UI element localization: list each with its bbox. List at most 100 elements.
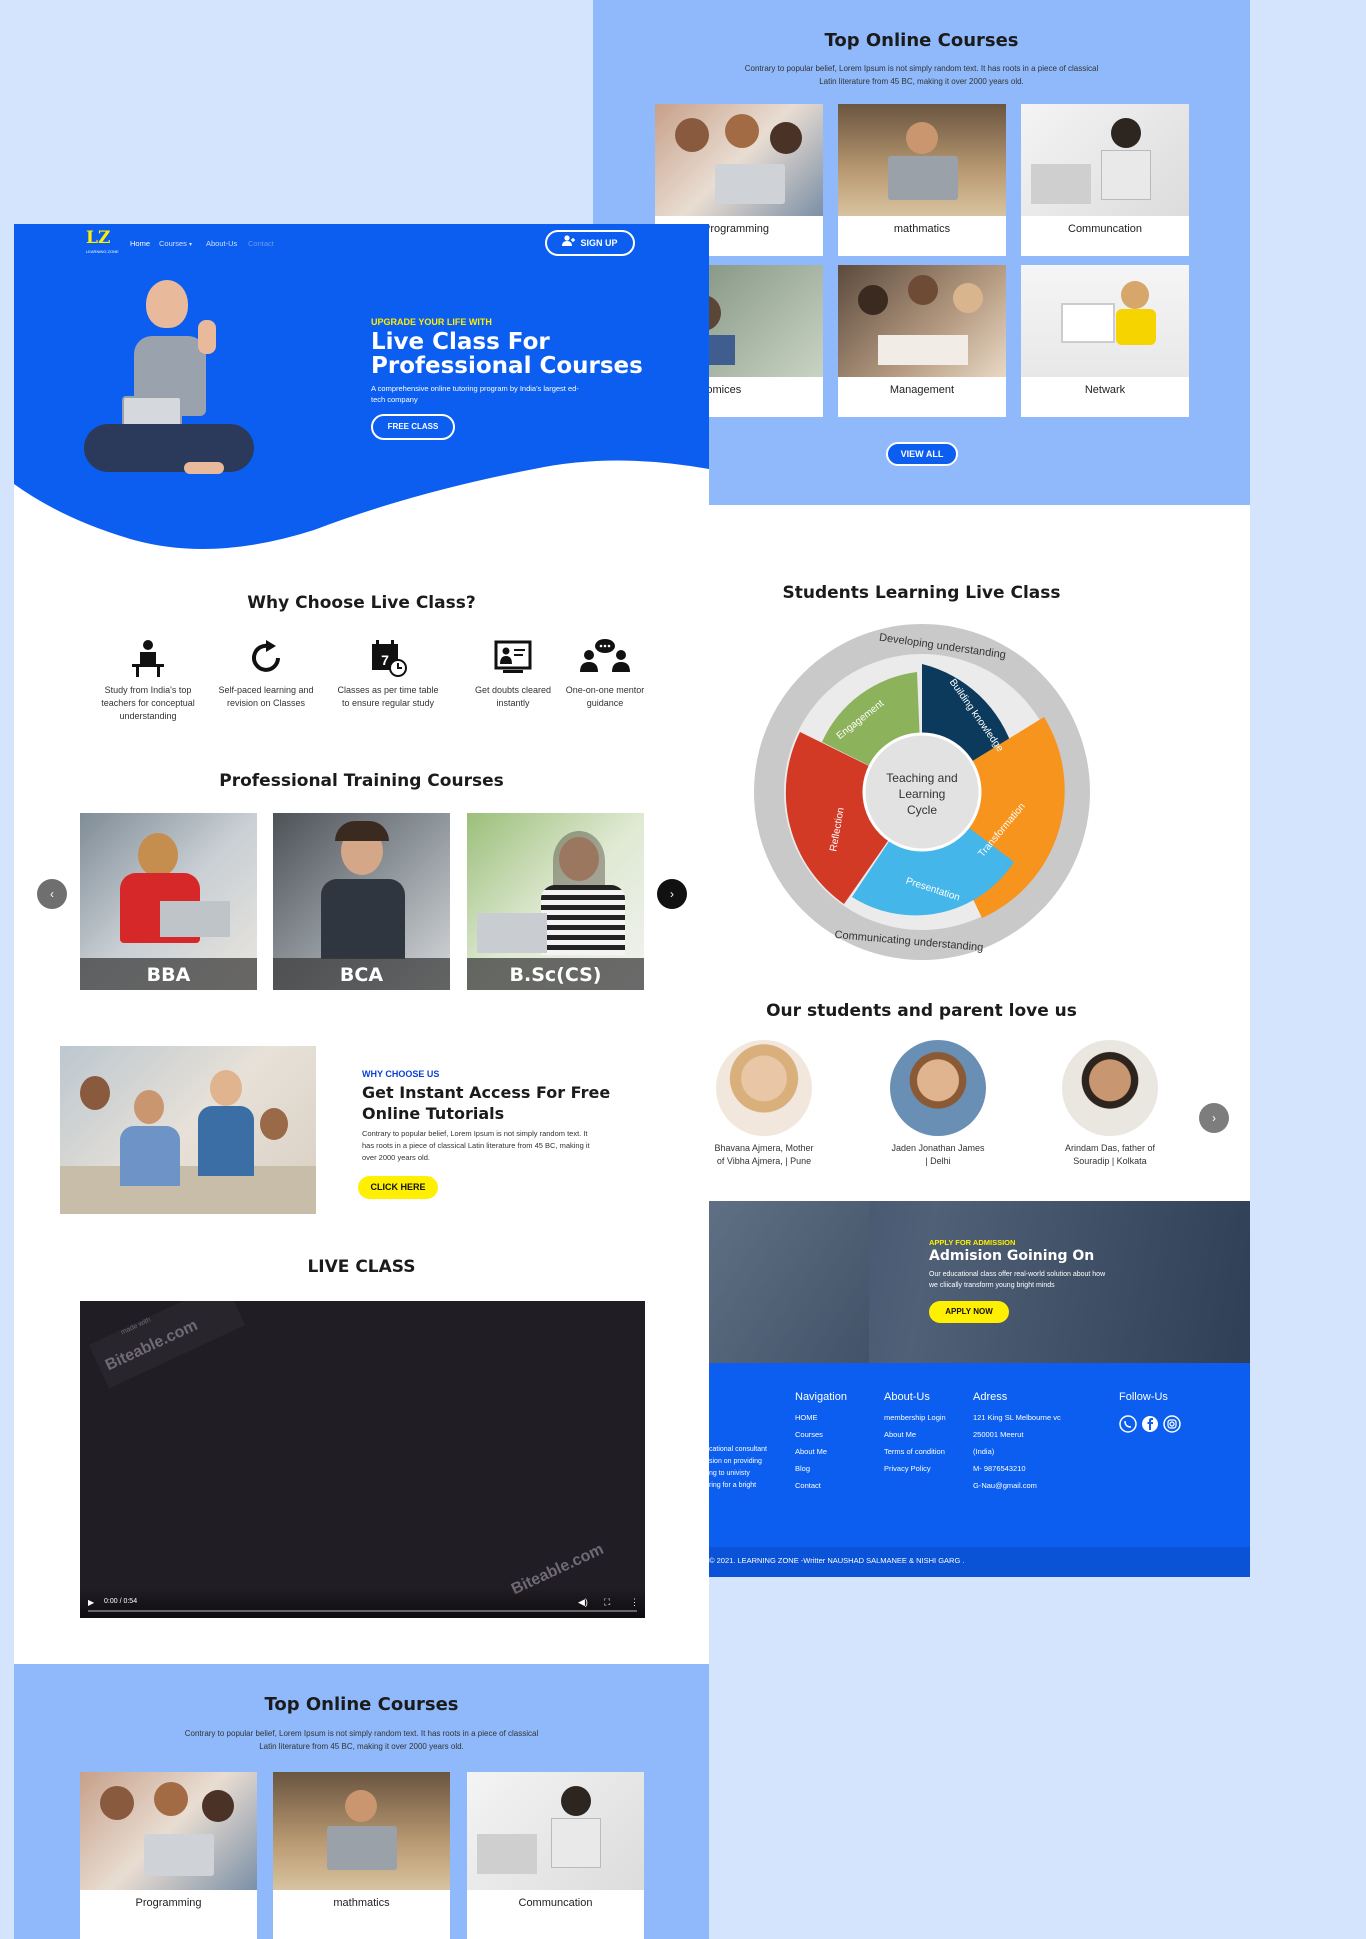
free-eyebrow: WHY CHOOSE US [362,1069,440,1079]
feature-item: One-on-one mentor guidance [555,638,655,710]
feature-item: Self-paced learning and revision on Clas… [211,638,321,710]
course-card-mathmatics[interactable]: mathmatics [273,1772,450,1939]
volume-icon[interactable]: ◀) [578,1597,588,1608]
video-controls: ▶ 0:00 / 0:54 ◀) ⛶ ⋮ [80,1588,645,1618]
footer-link[interactable]: Contact [795,1477,847,1494]
why-title: Why Choose Live Class? [247,593,476,613]
course-label: Netwark [1084,384,1126,396]
footer-link[interactable]: Blog [795,1460,847,1477]
free-class-button[interactable]: FREE CLASS [371,414,455,440]
play-icon[interactable]: ▶ [88,1598,94,1607]
training-card-bba[interactable]: BBA [80,813,257,990]
copyright-bar: © 2021. LEARNING ZONE -Writter NAUSHAD S… [709,1547,1250,1577]
copyright-text: © 2021. LEARNING ZONE -Writter NAUSHAD S… [709,1556,965,1565]
footer-navigation: Navigation HOME Courses About Me Blog Co… [795,1391,847,1494]
course-image [80,1772,257,1890]
footer: cational consultant sion on providing ng… [709,1363,1250,1577]
testimonials-next-button[interactable]: › [1199,1103,1229,1133]
apply-now-button[interactable]: APPLY NOW [929,1301,1009,1323]
logo[interactable]: LZ [86,228,110,248]
course-label: Programming [135,1897,202,1909]
hero-title: Live Class For Professional Courses [371,329,643,379]
course-image [273,1772,450,1890]
cycle-center-line3: Cycle [907,803,937,817]
footer-link[interactable]: HOME [795,1409,847,1426]
nav-about[interactable]: About-Us [206,239,237,248]
course-card-netwark[interactable]: Netwark [1021,265,1189,417]
nav-contact[interactable]: Contact [248,239,274,248]
click-here-button[interactable]: CLICK HERE [358,1176,438,1199]
feature-item: 7 Classes as per time table to ensure re… [333,638,443,710]
learning-cycle-diagram: Teaching and Learning Cycle Developing u… [754,624,1090,960]
instagram-icon[interactable] [1163,1415,1181,1433]
left-panel: LZ LEARNING ZONE Home Courses ▾ About-Us… [14,224,709,1939]
online-teacher-icon [494,640,532,673]
feature-item: Get doubts cleared instantly [458,638,568,710]
facebook-icon[interactable] [1141,1415,1159,1433]
top-courses-section-left: Top Online Courses Contrary to popular b… [14,1664,709,1939]
course-label: Communcation [518,1897,593,1909]
training-card-label: BCA [273,958,450,990]
mentor-chat-icon [580,639,630,672]
course-label: mathmatics [893,223,951,235]
whatsapp-icon[interactable] [1119,1415,1137,1433]
footer-link[interactable]: membership Login [884,1409,946,1426]
social-icons [1119,1415,1181,1433]
cycle-center-line2: Learning [899,787,946,801]
footer-follow: Follow-Us [1119,1391,1168,1403]
free-title: Get Instant Access For Free Online Tutor… [362,1083,611,1123]
chevron-right-icon: › [670,887,674,901]
testimonial-item: Bhavana Ajmera, Mother of Vibha Ajmera, … [704,1040,824,1168]
admission-banner: APPLY FOR ADMISSION Admision Goining On … [709,1201,1250,1363]
live-class-video[interactable]: Biteable.com made with Biteable.com ▶ 0:… [80,1301,645,1618]
nav-courses[interactable]: Courses ▾ [159,239,192,248]
section-title: Top Online Courses [824,30,1019,51]
sign-up-button[interactable]: SIGN UP [545,230,635,256]
nav-home[interactable]: Home [130,239,150,248]
course-card-mathmatics[interactable]: mathmatics [838,104,1006,256]
cycle-center-line1: Teaching and [886,771,957,785]
avatar [716,1040,812,1136]
course-card-communcation[interactable]: Communcation [467,1772,644,1939]
footer-link[interactable]: Privacy Policy [884,1460,946,1477]
section-description: Contrary to popular belief, Lorem Ipsum … [184,1729,539,1751]
fullscreen-icon[interactable]: ⛶ [604,1597,610,1608]
training-card-bsc[interactable]: B.Sc(CS) [467,813,644,990]
hero-description: A comprehensive online tutoring program … [371,384,579,404]
feature-item: Study from India's top teachers for conc… [93,638,203,723]
admission-description: Our educational class offer real-world s… [929,1271,1106,1289]
course-image [467,1772,644,1890]
svg-text:7: 7 [381,652,389,668]
carousel-next-button[interactable]: › [657,879,687,909]
section-description: Contrary to popular belief, Lorem Ipsum … [744,64,1099,86]
view-all-button[interactable]: VIEW ALL [886,442,958,466]
training-card-bca[interactable]: BCA [273,813,450,990]
navbar: LZ LEARNING ZONE Home Courses ▾ About-Us… [14,224,709,262]
video-time: 0:00 / 0:54 [104,1598,138,1605]
chevron-left-icon: ‹ [50,887,54,901]
section-title: Top Online Courses [264,1694,459,1715]
footer-link[interactable]: Courses [795,1426,847,1443]
course-image [655,104,823,216]
course-label: Management [889,384,955,396]
logo-subtitle: LEARNING ZONE [86,249,119,254]
carousel-prev-button[interactable]: ‹ [37,879,67,909]
live-class-title: LIVE CLASS [307,1257,416,1277]
free-description: Contrary to popular belief, Lorem Ipsum … [362,1129,590,1162]
course-label: mathmatics [333,1897,390,1909]
footer-about-text: cational consultant sion on providing ng… [709,1446,767,1489]
video-progress-bar[interactable] [88,1610,637,1612]
course-card-management[interactable]: Management [838,265,1006,417]
more-options-icon[interactable]: ⋮ [630,1597,639,1608]
course-label: Communcation [1068,223,1142,235]
testimonial-item: Arindam Das, father of Souradip | Kolkat… [1050,1040,1170,1168]
training-card-label: BBA [80,958,257,990]
course-card-programming[interactable]: Programming [80,1772,257,1939]
course-card-communcation[interactable]: Communcation [1021,104,1189,256]
testimonial-item: Jaden Jonathan James | Delhi [878,1040,998,1168]
footer-link[interactable]: Terms of condition [884,1443,946,1460]
chevron-right-icon: › [1212,1111,1216,1125]
footer-link[interactable]: About Me [795,1443,847,1460]
footer-link[interactable]: About Me [884,1426,946,1443]
hero-eyebrow: UPGRADE YOUR LIFE WITH [371,317,492,327]
